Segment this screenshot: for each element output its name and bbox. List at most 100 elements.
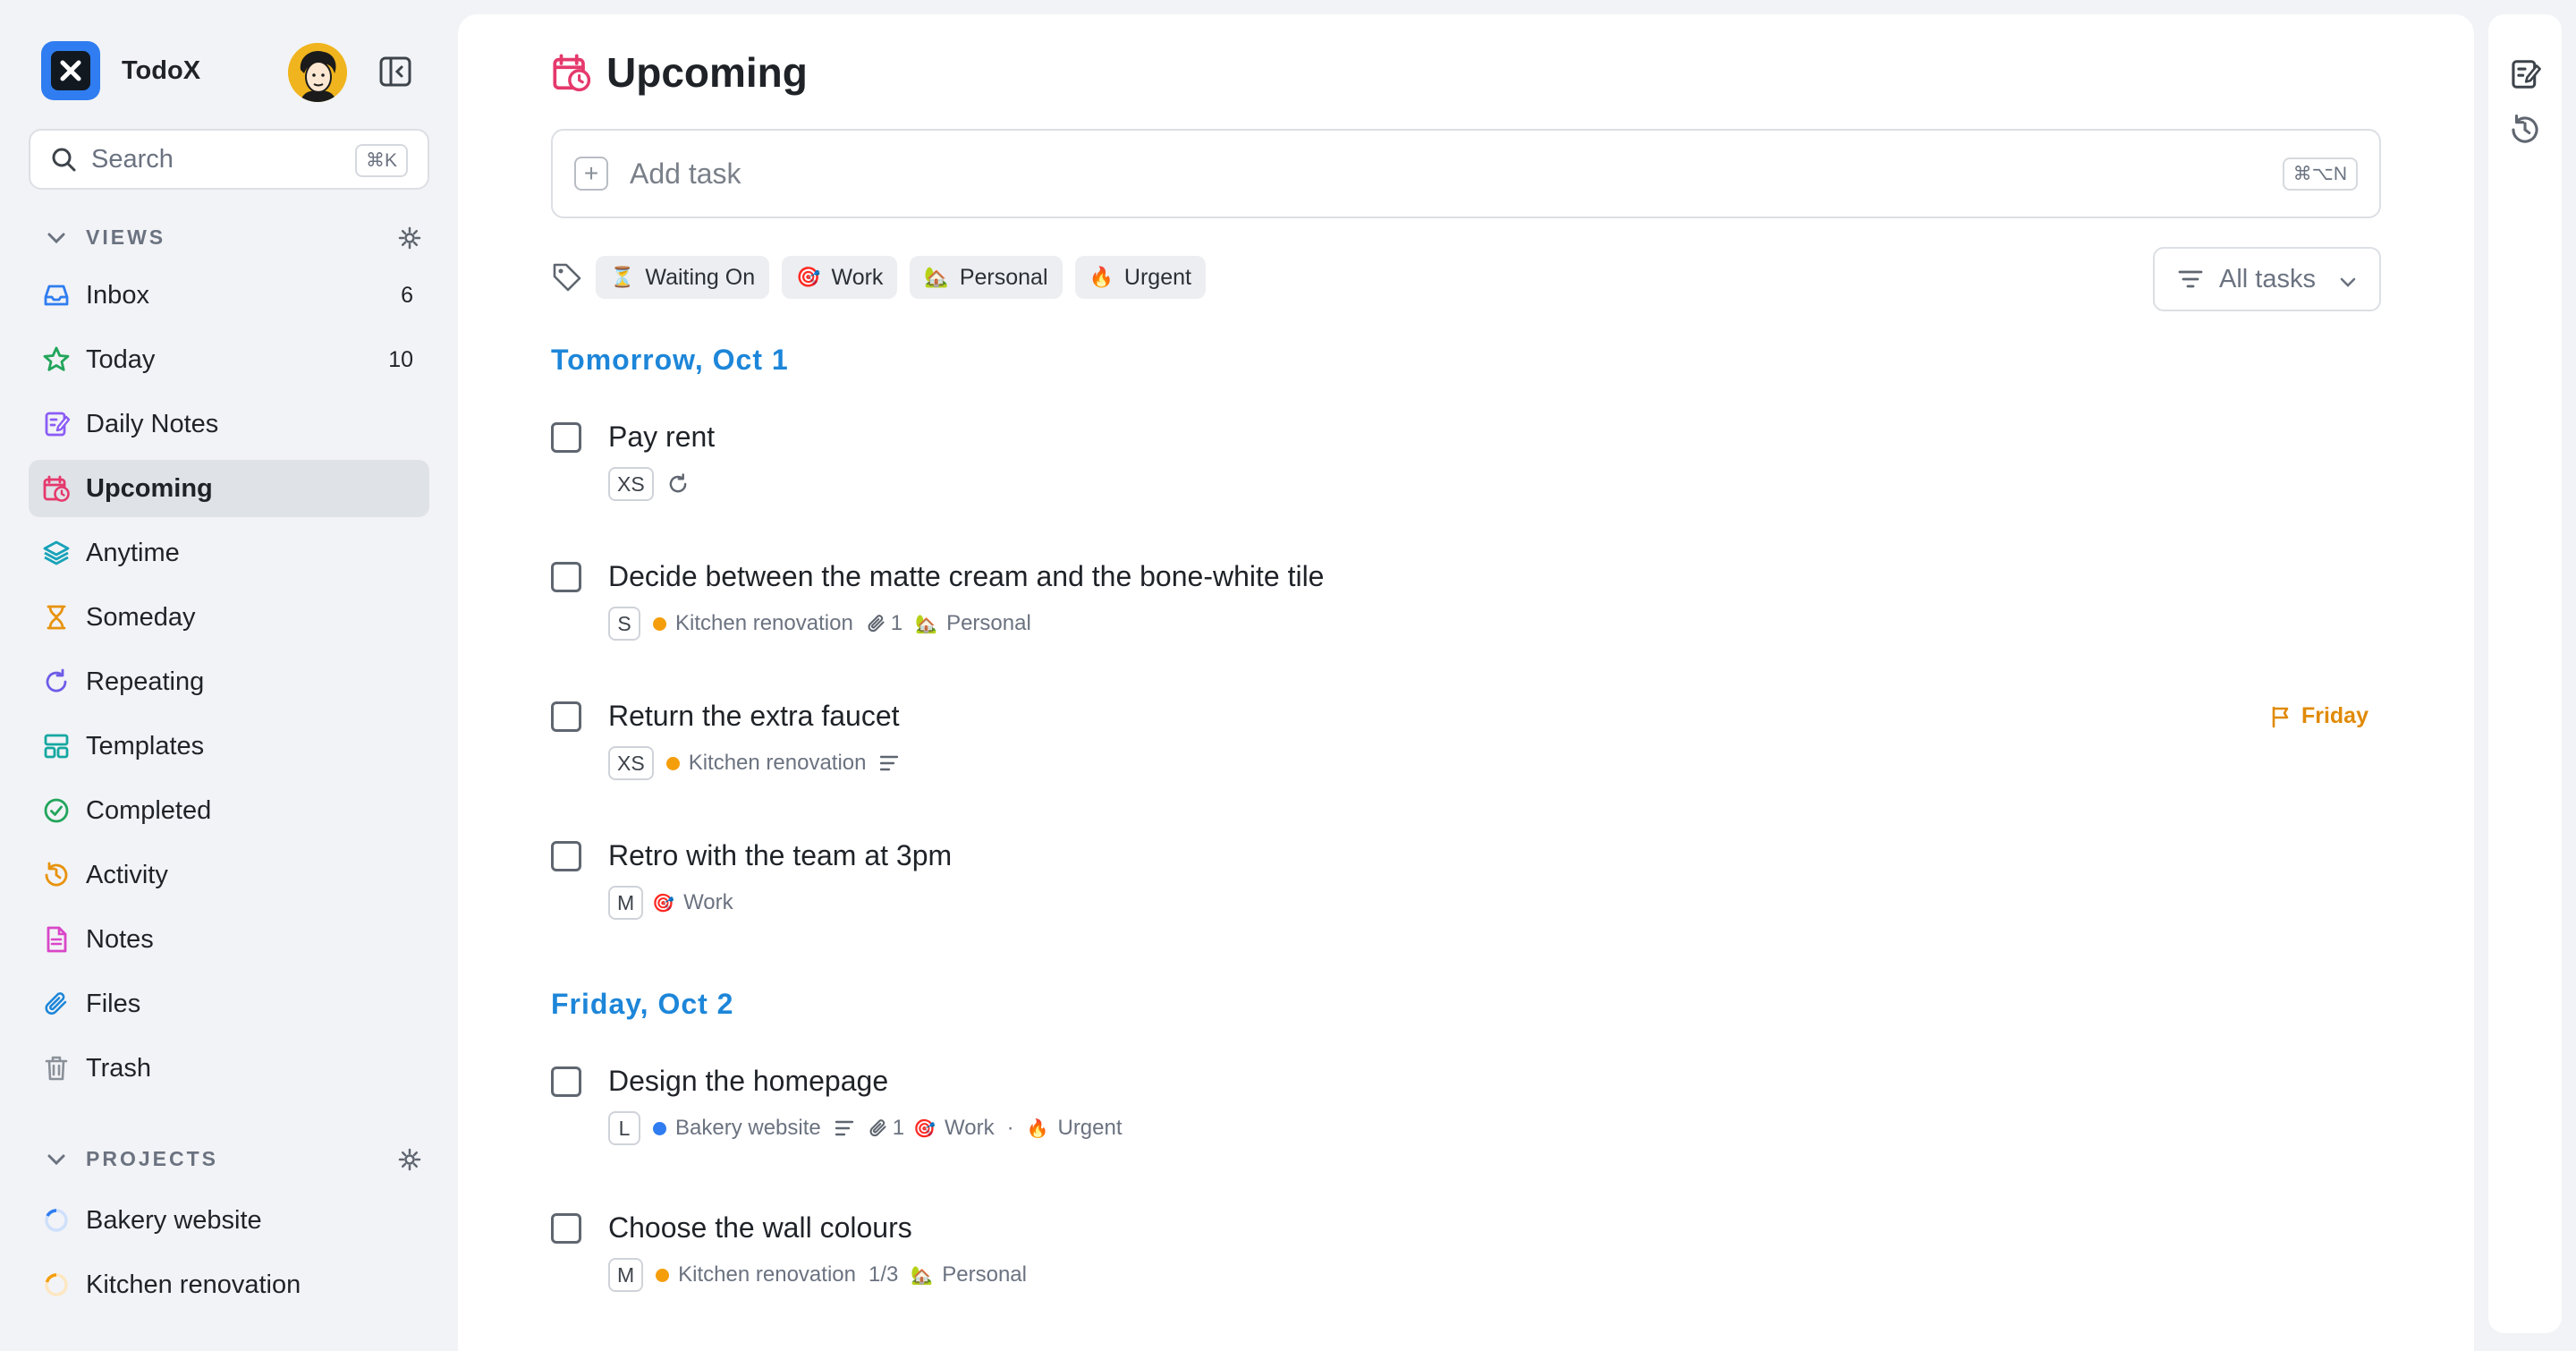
sidebar-item-label: Activity [86,860,168,889]
projects-nav: Bakery website Kitchen renovation [29,1192,429,1321]
paperclip-icon [869,1119,886,1137]
hourglass-icon [41,602,72,633]
history-icon [41,860,72,890]
trash-icon [41,1053,72,1083]
sidebar-item-label: Kitchen renovation [86,1270,301,1299]
task-filter-dropdown[interactable]: All tasks [2153,247,2381,311]
task-tag: Personal [946,611,1031,635]
inbox-icon [41,280,72,310]
sidebar-item-completed[interactable]: Completed [29,782,429,839]
search-input[interactable]: Search ⌘K [29,129,429,190]
app-name: TodoX [122,55,201,85]
filter-icon [2178,270,2203,288]
size-badge: M [608,886,644,920]
task-project: Kitchen renovation [688,751,867,775]
sidebar-item-label: Trash [86,1053,152,1083]
views-section-header[interactable]: VIEWS [45,225,429,250]
date-group-heading: Friday, Oct 2 [551,988,734,1020]
subtask-progress: 1/3 [868,1262,899,1287]
sidebar-project-kitchen-renovation[interactable]: Kitchen renovation [29,1256,429,1313]
sidebar-item-daily-notes[interactable]: Daily Notes [29,395,429,453]
deadline-badge[interactable]: Friday [2269,703,2368,729]
task-title[interactable]: Design the homepage [608,1065,888,1098]
sidebar-item-repeating[interactable]: Repeating [29,653,429,710]
sidebar-item-activity[interactable]: Activity [29,846,429,904]
sidebar-item-count: 10 [388,346,413,372]
size-badge: XS [608,467,654,501]
sidebar-item-anytime[interactable]: Anytime [29,524,429,582]
task-title[interactable]: Return the extra faucet [608,700,900,733]
history-icon[interactable] [2508,113,2542,147]
task-title[interactable]: Pay rent [608,421,715,454]
views-settings-gear-icon[interactable] [397,225,422,251]
target-emoji-icon: 🎯 [652,893,675,913]
search-icon [52,148,76,172]
repeat-icon [41,667,72,697]
views-header-label: VIEWS [86,225,166,249]
task-checkbox[interactable] [551,422,581,453]
layers-icon [41,538,72,568]
task-project: Kitchen renovation [675,611,853,635]
app-logo-icon [41,41,100,100]
sidebar-item-someday[interactable]: Someday [29,589,429,646]
sidebar-item-label: Daily Notes [86,409,219,438]
chevron-down-icon[interactable] [45,1148,68,1171]
task-meta: M 🎯 Work [608,886,733,920]
project-progress-ring-icon [41,1205,72,1236]
tag-chip-urgent[interactable]: 🔥 Urgent [1074,256,1206,299]
sidebar-item-files[interactable]: Files [29,975,429,1032]
add-task-input[interactable]: + Add task ⌘⌥N [551,129,2381,218]
sidebar-item-label: Notes [86,924,154,954]
sidebar-item-upcoming[interactable]: Upcoming [29,460,429,517]
project-progress-ring-icon [41,1270,72,1300]
task-checkbox[interactable] [551,701,581,732]
sidebar-item-templates[interactable]: Templates [29,718,429,775]
plus-icon[interactable]: + [574,157,608,191]
chevron-down-icon[interactable] [45,226,68,250]
note-icon [41,924,72,955]
user-avatar[interactable] [288,43,347,102]
deadline-label: Friday [2301,703,2368,728]
views-nav: Inbox 6 Today 10 Daily Notes Upcoming An… [29,267,429,1104]
size-badge: L [608,1111,640,1145]
tag-chip-personal[interactable]: 🏡 Personal [910,256,1063,299]
right-rail [2488,14,2562,1333]
brand: TodoX [41,41,200,100]
sidebar-item-trash[interactable]: Trash [29,1040,429,1097]
flag-icon [2272,706,2289,727]
task-title[interactable]: Decide between the matte cream and the b… [608,560,1324,593]
task-checkbox[interactable] [551,562,581,592]
page-title: Upcoming [551,48,808,97]
star-icon [41,344,72,375]
sidebar-item-inbox[interactable]: Inbox 6 [29,267,429,324]
filter-label: All tasks [2219,264,2316,293]
sidebar-item-label: Anytime [86,538,180,567]
calendar-clock-icon [553,54,591,92]
sidebar: TodoX Search ⌘K VIEWS Inbox 6 Today 10 D… [0,0,458,1351]
tag-chip-waiting-on[interactable]: ⏳ Waiting On [596,256,770,299]
tag-chip-work[interactable]: 🎯 Work [782,256,898,299]
sidebar-item-today[interactable]: Today 10 [29,331,429,388]
project-dot [656,1268,670,1282]
projects-settings-gear-icon[interactable] [397,1147,422,1172]
task-title[interactable]: Choose the wall colours [608,1211,912,1245]
house-emoji-icon: 🏡 [911,1265,934,1286]
check-circle-icon [41,795,72,826]
task-checkbox[interactable] [551,841,581,871]
compose-note-icon[interactable] [2508,57,2542,91]
paperclip-icon [868,615,885,633]
task-checkbox[interactable] [551,1066,581,1097]
task-checkbox[interactable] [551,1213,581,1244]
sidebar-toggle-icon[interactable] [377,54,413,89]
task-project: Kitchen renovation [678,1262,856,1287]
attachment-count: 1 [892,1116,905,1140]
projects-section-header[interactable]: PROJECTS [45,1147,429,1171]
sidebar-item-notes[interactable]: Notes [29,911,429,968]
sidebar-item-label: Inbox [86,280,149,310]
fire-emoji-icon: 🔥 [1089,266,1114,288]
daily-notes-icon [41,409,72,439]
notes-lines-icon [835,1120,853,1136]
task-title[interactable]: Retro with the team at 3pm [608,839,952,872]
main-panel: Upcoming + Add task ⌘⌥N ⏳ Waiting On 🎯 Wor… [458,14,2474,1351]
sidebar-project-bakery-website[interactable]: Bakery website [29,1192,429,1249]
